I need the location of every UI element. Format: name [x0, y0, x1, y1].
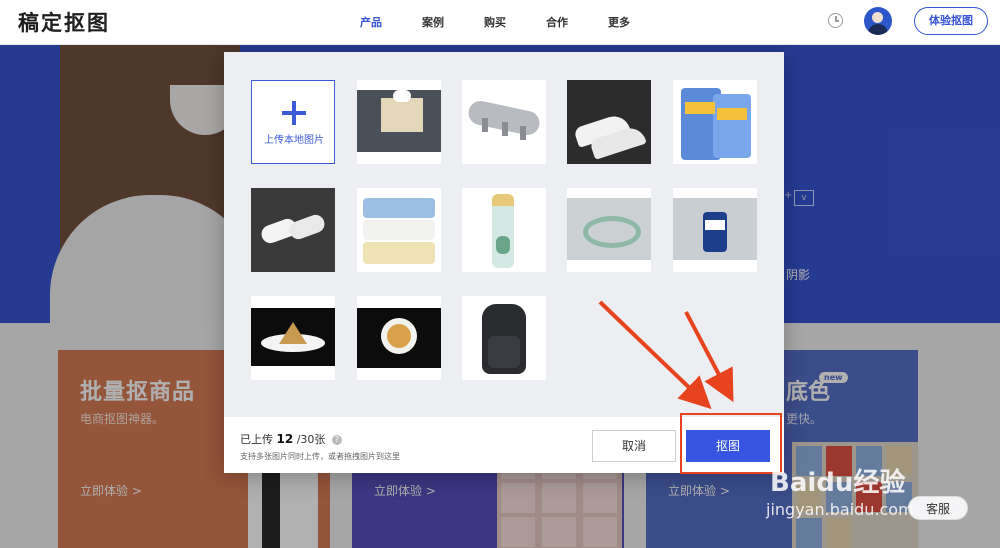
watermark-logo: Baidu经验	[770, 468, 906, 498]
upload-label: 上传本地图片	[264, 135, 324, 146]
upload-local-image-button[interactable]: 上传本地图片	[251, 80, 335, 164]
avatar-head	[872, 12, 883, 23]
upload-hint: 支持多张图片同时上传，或者拖拽图片到这里	[240, 452, 400, 461]
thumbnail-noodle-bowl[interactable]	[357, 296, 441, 380]
plus-icon	[282, 101, 306, 125]
clock-icon[interactable]	[828, 13, 843, 28]
nav-item-more[interactable]: 更多	[608, 14, 670, 30]
upload-count: 已上传 12 /30张 ?	[240, 431, 342, 447]
thumbnail-backpack[interactable]	[462, 296, 546, 380]
watermark-url: jingyan.baidu.com	[766, 500, 914, 519]
nav-item-purchase[interactable]: 购买	[484, 14, 546, 30]
top-bar: 稿定抠图 产品 案例 购买 合作 更多 体验抠图	[0, 0, 1000, 45]
thumbnail-wall-hook-rack[interactable]	[462, 80, 546, 164]
thumbnail-detergent-bags[interactable]	[673, 80, 757, 164]
main-nav: 产品 案例 购买 合作 更多	[360, 14, 670, 30]
annotation-highlight-box	[680, 413, 782, 474]
customer-service-button[interactable]: 客服	[908, 496, 968, 520]
thumbnail-white-sneakers[interactable]	[567, 80, 651, 164]
avatar[interactable]	[864, 7, 892, 35]
nav-item-cooperation[interactable]: 合作	[546, 14, 608, 30]
avatar-body	[868, 24, 888, 35]
nav-item-cases[interactable]: 案例	[422, 14, 484, 30]
upload-limit: /30张	[296, 433, 326, 446]
thumbnail-jade-bangle[interactable]	[567, 188, 651, 272]
logo[interactable]: 稿定抠图	[18, 7, 110, 37]
thumbnail-water-bottle[interactable]	[462, 188, 546, 272]
cancel-button[interactable]: 取消	[592, 430, 676, 462]
upload-count-value: 12	[276, 432, 294, 446]
thumbnail-canned-coffee[interactable]	[673, 188, 757, 272]
thumbnail-tissue-box[interactable]	[357, 80, 441, 164]
nav-item-products[interactable]: 产品	[360, 14, 422, 30]
upload-status-prefix: 已上传	[240, 433, 273, 446]
thumbnail-zongzi[interactable]	[251, 296, 335, 380]
help-icon[interactable]: ?	[331, 435, 342, 445]
thumbnail-slippers[interactable]	[251, 188, 335, 272]
try-cutout-button[interactable]: 体验抠图	[914, 7, 988, 35]
batch-upload-dialog: 上传本地图片 已上传 12 /30张 ? 支持多张图片同时上传，或者拖拽图片到这…	[224, 52, 784, 473]
thumbnail-towels[interactable]	[357, 188, 441, 272]
